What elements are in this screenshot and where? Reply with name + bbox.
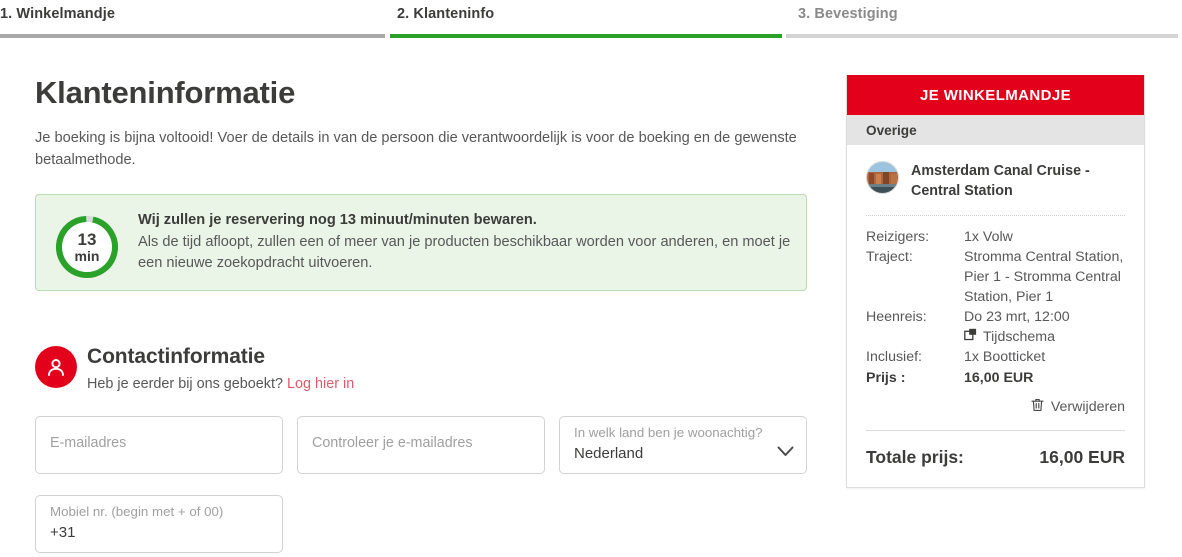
cart-header-title: JE WINKELMANDJE xyxy=(847,75,1144,115)
detail-label-reizigers: Reizigers: xyxy=(866,229,930,245)
table-row: Inclusief: 1x Bootticket xyxy=(866,347,1125,367)
form-row-mobile: Mobiel nr. (begin met + of 00) +31 xyxy=(35,495,807,553)
shopping-cart-panel: JE WINKELMANDJE Overige Amsterdam Canal … xyxy=(846,75,1145,488)
checkout-page: Klanteninformatie Je boeking is bijna vo… xyxy=(0,38,1182,557)
detail-value-reizigers: 1x Volw xyxy=(964,229,1013,245)
contact-info-header: Contactinformatie Heb je eerder bij ons … xyxy=(35,345,825,395)
step-tab-winkelmandje[interactable]: 1. Winkelmandje xyxy=(0,6,115,22)
country-select-value: Nederland xyxy=(574,445,644,462)
cart-detail-table: Reizigers: 1x Volw Traject: Stromma Cent… xyxy=(866,227,1125,388)
remove-item-row: Verwijderen xyxy=(866,388,1125,431)
detail-label-traject: Traject: xyxy=(866,249,913,265)
customer-info-column: Klanteninformatie Je boeking is bijna vo… xyxy=(35,38,825,553)
login-link[interactable]: Log hier in xyxy=(287,376,354,392)
chevron-down-icon[interactable] xyxy=(777,444,794,462)
email-confirm-field-placeholder: Controleer je e-mailadres xyxy=(312,435,473,451)
timetable-link-label: Tijdschema xyxy=(983,329,1056,345)
email-field-placeholder: E-mailadres xyxy=(50,435,127,451)
page-title: Klanteninformatie xyxy=(35,75,296,110)
timer-unit: min xyxy=(74,247,100,264)
country-select[interactable]: In welk land ben je woonachtig? Nederlan… xyxy=(559,416,807,474)
remove-item-label: Verwijderen xyxy=(1050,399,1125,415)
table-row-price: Prijs : 16,00 EUR xyxy=(866,367,1125,388)
cart-total-row: Totale prijs: 16,00 EUR xyxy=(866,431,1125,487)
contact-login-prompt: Heb je eerder bij ons geboekt? Log hier i… xyxy=(87,376,825,392)
timetable-link[interactable]: Tijdschema xyxy=(964,327,1055,347)
heenreis-datetime: Do 23 mrt, 12:00 xyxy=(964,309,1070,325)
form-row-primary: E-mailadres Controleer je e-mailadres In… xyxy=(35,416,807,474)
timer-value: 13 xyxy=(77,230,97,250)
reservation-timer-notice: 13 min Wij zullen je reservering nog 13 … xyxy=(35,194,807,291)
detail-label-inclusief: Inclusief: xyxy=(866,349,922,365)
remove-item-button[interactable]: Verwijderen xyxy=(1031,398,1125,416)
login-question-text: Heb je eerder bij ons geboekt? xyxy=(87,376,284,392)
mobile-number-field-value: +31 xyxy=(50,524,76,541)
page-intro-text: Je boeking is bijna voltooid! Voer de de… xyxy=(35,130,797,168)
countdown-timer-ring: 13 min xyxy=(54,214,120,280)
contact-section-title: Contactinformatie xyxy=(87,345,265,368)
checkout-stepper: 1. Winkelmandje 2. Klanteninfo 3. Bevest… xyxy=(0,0,1182,38)
price-label: Prijs : xyxy=(866,370,906,386)
canal-photo-thumbnail-icon xyxy=(866,161,899,194)
external-link-icon xyxy=(964,327,977,347)
trash-icon xyxy=(1031,398,1044,416)
cart-product-item: Amsterdam Canal Cruise - Central Station xyxy=(866,161,1125,216)
price-value: 16,00 EUR xyxy=(964,370,1034,386)
step-tab-klanteninfo[interactable]: 2. Klanteninfo xyxy=(397,6,494,22)
step-label: 1. Winkelmandje xyxy=(0,6,115,22)
cart-total-value: 16,00 EUR xyxy=(1039,447,1125,467)
user-circle-icon xyxy=(35,346,77,388)
email-confirm-field[interactable]: Controleer je e-mailadres xyxy=(297,416,545,474)
detail-value-traject: Stromma Central Station, Pier 1 - Stromm… xyxy=(964,249,1124,305)
notice-body: Als de tijd afloopt, zullen een of meer … xyxy=(138,234,791,271)
countdown-timer-label: 13 min xyxy=(54,214,120,280)
mobile-number-field[interactable]: Mobiel nr. (begin met + of 00) +31 xyxy=(35,495,283,553)
step-label: 2. Klanteninfo xyxy=(397,6,495,22)
table-row: Heenreis: Do 23 mrt, 12:00 Tijdschema xyxy=(866,307,1125,347)
cart-product-name: Amsterdam Canal Cruise - Central Station xyxy=(911,163,1090,199)
table-row: Traject: Stromma Central Station, Pier 1… xyxy=(866,247,1125,307)
notice-title: Wij zullen je reservering nog 13 minuut/… xyxy=(138,212,537,228)
detail-label-heenreis: Heenreis: xyxy=(866,309,927,325)
country-select-label: In welk land ben je woonachtig? xyxy=(574,425,763,440)
detail-value-heenreis: Do 23 mrt, 12:00 Tijdschema xyxy=(964,307,1125,347)
cart-total-label: Totale prijs: xyxy=(866,447,964,467)
step-label: 3. Bevestiging xyxy=(798,6,898,22)
email-field[interactable]: E-mailadres xyxy=(35,416,283,474)
detail-value-inclusief: 1x Bootticket xyxy=(964,349,1046,365)
mobile-number-field-label: Mobiel nr. (begin met + of 00) xyxy=(50,504,224,519)
table-row: Reizigers: 1x Volw xyxy=(866,227,1125,247)
cart-section-label: Overige xyxy=(847,115,1144,145)
step-tab-bevestiging[interactable]: 3. Bevestiging xyxy=(798,6,898,22)
cart-body: Amsterdam Canal Cruise - Central Station… xyxy=(847,145,1144,487)
